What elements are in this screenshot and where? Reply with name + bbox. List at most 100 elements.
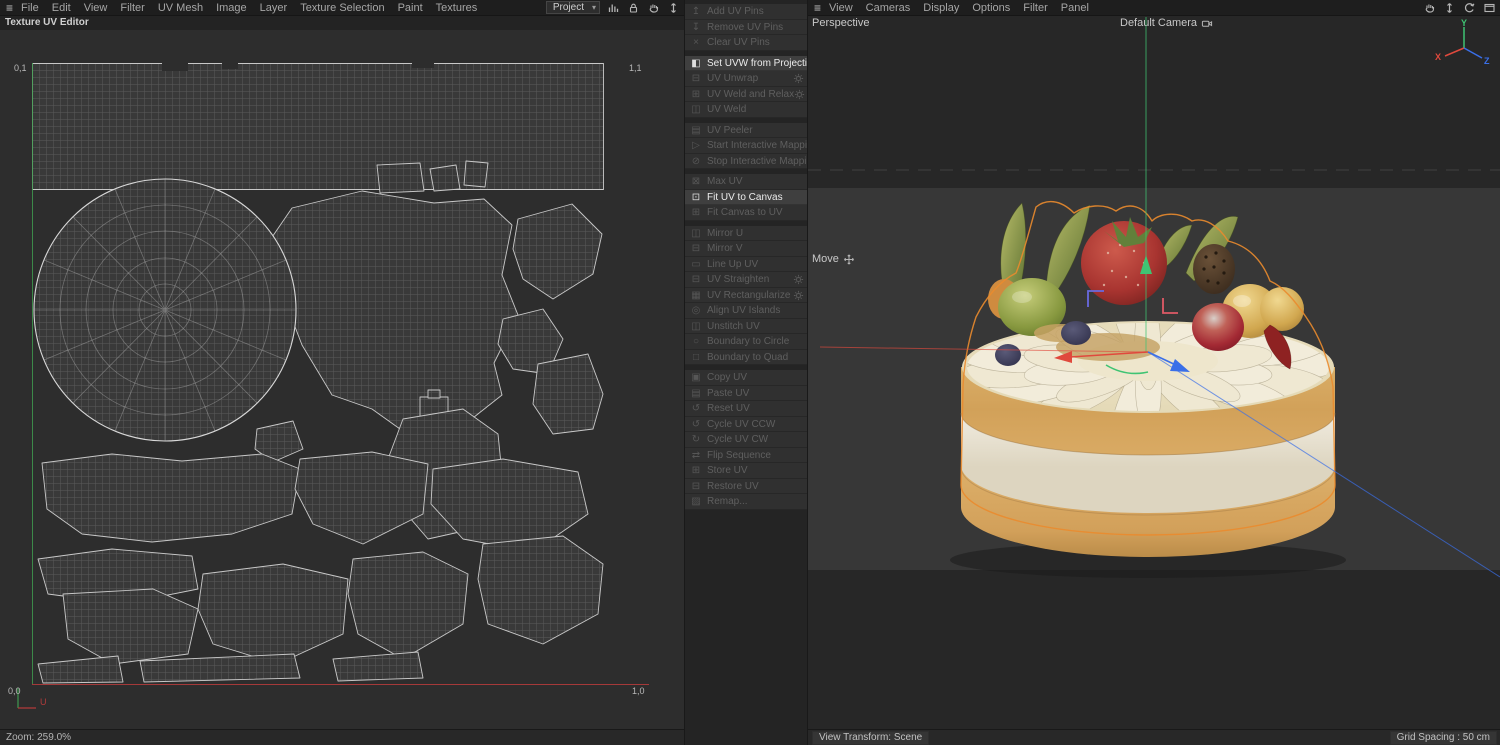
- gear-icon[interactable]: [793, 73, 804, 84]
- menu-item-cameras[interactable]: Cameras: [866, 2, 911, 14]
- command-label: Store UV: [707, 465, 748, 477]
- pan-hand-icon[interactable]: [647, 2, 660, 14]
- y-axis-label: Y: [1461, 18, 1467, 28]
- camera-icon: [1201, 18, 1213, 29]
- menu-item-edit[interactable]: Edit: [52, 2, 71, 14]
- dolly-icon[interactable]: [667, 2, 680, 14]
- command-label: Stop Interactive Mapping: [707, 155, 807, 167]
- command-cycle-uv-cw: ↻ Cycle UV CW: [685, 432, 807, 448]
- command-label: UV Weld and Relax: [707, 88, 795, 100]
- uv-commands-panel: ↥ Add UV Pins ↧ Remove UV Pins × Clear UV Pin…: [684, 0, 808, 745]
- maximize-icon[interactable]: [1483, 2, 1496, 14]
- menu-item-options[interactable]: Options: [972, 2, 1010, 14]
- uv-editor-menu: File Edit View Filter UV Mesh Image Layer Textu…: [21, 2, 477, 14]
- command-label: Max UV: [707, 176, 743, 188]
- projection-label: Perspective: [812, 17, 870, 29]
- command-label: Flip Sequence: [707, 449, 771, 461]
- mirror-u-icon: ◫: [691, 227, 701, 239]
- command-restore-uv: ⊟ Restore UV: [685, 478, 807, 494]
- command-label: Clear UV Pins: [707, 37, 770, 49]
- gear-icon[interactable]: [793, 290, 804, 301]
- command-start-interactive-mapping: ▷ Start Interactive Mapping: [685, 138, 807, 154]
- viewport-canvas[interactable]: Perspective Default Camera Move Y X Z: [808, 15, 1500, 730]
- command-cycle-uv-ccw: ↺ Cycle UV CCW: [685, 416, 807, 432]
- command-label: Cycle UV CCW: [707, 418, 776, 430]
- boundary-to-circle-icon: ○: [692, 336, 700, 348]
- histogram-icon[interactable]: [607, 2, 620, 14]
- menu-item-uv-mesh[interactable]: UV Mesh: [158, 2, 203, 14]
- store-uv-icon: ⊞: [691, 465, 701, 477]
- command-label: Mirror V: [707, 243, 743, 255]
- uv-wireframe[interactable]: [32, 63, 604, 684]
- command-label: Cycle UV CW: [707, 434, 769, 446]
- command-label: Remap...: [707, 496, 748, 508]
- command-label: Remove UV Pins: [707, 21, 784, 33]
- command-uv-peeler: ▤ UV Peeler: [685, 122, 807, 138]
- command-label: Line Up UV: [707, 258, 759, 270]
- chevron-down-icon: ▾: [591, 3, 596, 12]
- stop-interactive-mapping-icon: ⊘: [691, 155, 701, 167]
- menu-item-paint[interactable]: Paint: [398, 2, 423, 14]
- uv-straighten-icon: ⊟: [691, 274, 701, 286]
- uv-weld-and-relax-icon: ⊞: [691, 88, 701, 100]
- view-transform-status: View Transform: Scene: [812, 730, 930, 745]
- menu-item-layer[interactable]: Layer: [260, 2, 288, 14]
- menu-item-view[interactable]: View: [84, 2, 108, 14]
- menu-item-file[interactable]: File: [21, 2, 39, 14]
- orbit-icon[interactable]: [1463, 2, 1476, 14]
- uv-corner-bottom-left: 0,0: [8, 686, 21, 696]
- menu-item-textures[interactable]: Textures: [436, 2, 478, 14]
- command-store-uv: ⊞ Store UV: [685, 463, 807, 479]
- menu-item-filter[interactable]: Filter: [1023, 2, 1047, 14]
- command-stop-interactive-mapping: ⊘ Stop Interactive Mapping: [685, 153, 807, 169]
- command-label: UV Rectangularize: [707, 289, 791, 301]
- uv-editor-panel: ≡ File Edit View Filter UV Mesh Image Layer Tex…: [0, 0, 684, 745]
- uv-unwrap-icon: ⊟: [691, 73, 701, 85]
- command-label: Mirror U: [707, 227, 744, 239]
- command-uv-weld: ◫ UV Weld: [685, 102, 807, 118]
- lock-icon[interactable]: [627, 2, 640, 14]
- gear-icon[interactable]: [793, 274, 804, 285]
- move-tool-icon: [843, 254, 855, 265]
- remove-uv-pins-icon: ↧: [691, 21, 701, 33]
- pan-hand-icon[interactable]: [1423, 2, 1436, 14]
- 3d-scene: [808, 17, 1500, 578]
- command-paste-uv: ▤ Paste UV: [685, 385, 807, 401]
- camera-label[interactable]: Default Camera: [1120, 17, 1213, 29]
- command-max-uv: ⊠ Max UV: [685, 174, 807, 190]
- menu-item-display[interactable]: Display: [923, 2, 959, 14]
- command-fit-uv-to-canvas[interactable]: ⊡ Fit UV to Canvas: [685, 189, 807, 205]
- start-interactive-mapping-icon: ▷: [692, 140, 700, 152]
- boundary-to-quad-icon: □: [692, 351, 700, 363]
- unstitch-uv-icon: ◫: [691, 320, 701, 332]
- menu-item-texture-selection[interactable]: Texture Selection: [300, 2, 384, 14]
- command-label: Set UVW from Projection: [707, 57, 807, 69]
- command-remap: ▨ Remap...: [685, 494, 807, 510]
- menu-item-panel[interactable]: Panel: [1061, 2, 1089, 14]
- menu-item-view[interactable]: View: [829, 2, 853, 14]
- menu-item-filter[interactable]: Filter: [120, 2, 144, 14]
- command-uv-weld-and-relax: ⊞ UV Weld and Relax: [685, 86, 807, 102]
- command-flip-sequence: ⇄ Flip Sequence: [685, 447, 807, 463]
- menu-icon[interactable]: ≡: [6, 1, 13, 15]
- uv-u-axis-label: U: [40, 697, 47, 707]
- command-label: Fit Canvas to UV: [707, 207, 783, 219]
- command-boundary-to-circle: ○ Boundary to Circle: [685, 334, 807, 350]
- command-set-uvw-from-projection[interactable]: ◧ Set UVW from Projection: [685, 55, 807, 71]
- dolly-icon[interactable]: [1443, 2, 1456, 14]
- menu-item-image[interactable]: Image: [216, 2, 247, 14]
- command-copy-uv: ▣ Copy UV: [685, 370, 807, 386]
- uv-canvas[interactable]: U 0,1 1,1 0,0 1,0: [0, 30, 684, 730]
- restore-uv-icon: ⊟: [691, 480, 701, 492]
- fit-canvas-to-uv-icon: ⊞: [691, 207, 701, 219]
- menu-icon[interactable]: ≡: [814, 1, 821, 15]
- bodypaint-uv-edit-workspace: ≡ File Edit View Filter UV Mesh Image Layer Tex…: [0, 0, 1500, 745]
- gear-icon[interactable]: [794, 89, 805, 100]
- uv-weld-icon: ◫: [691, 104, 701, 116]
- command-label: UV Straighten: [707, 274, 770, 286]
- line-up-uv-icon: ▭: [691, 258, 701, 270]
- uv-editor-statusbar: Zoom: 259.0%: [0, 729, 684, 745]
- command-label: Paste UV: [707, 387, 750, 399]
- project-select[interactable]: Project ▾: [545, 1, 600, 14]
- command-uv-straighten: ⊟ UV Straighten: [685, 272, 807, 288]
